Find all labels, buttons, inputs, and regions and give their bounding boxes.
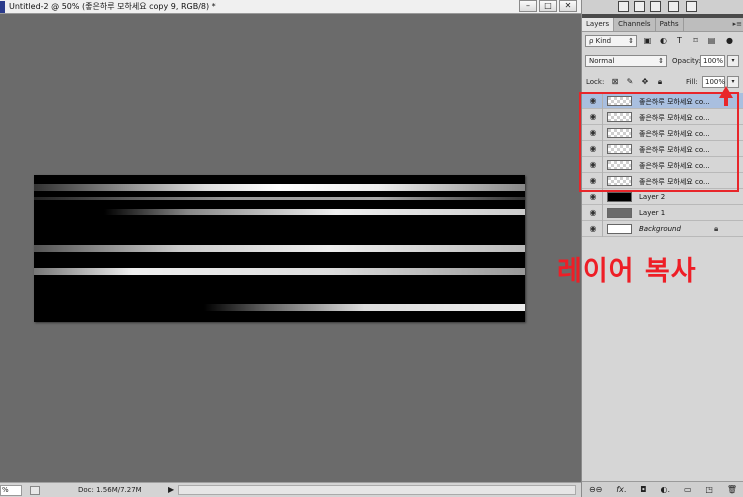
opacity-label: Opacity: xyxy=(672,57,701,65)
delete-layer-icon[interactable]: 🗑︎ xyxy=(727,485,737,494)
maximize-button[interactable]: □ xyxy=(539,0,557,12)
close-button[interactable]: ✕ xyxy=(559,0,577,12)
visibility-eye-icon[interactable]: ◉ xyxy=(588,224,598,233)
horizontal-scrollbar[interactable] xyxy=(178,485,576,495)
layer-thumbnail xyxy=(607,192,632,202)
visibility-eye-icon[interactable]: ◉ xyxy=(588,192,598,201)
red-arrow-icon xyxy=(719,86,733,106)
panel-bottom-toolbar: ⊖⊖ fx. ◘ ◐. ▭ ◳ 🗑︎ xyxy=(582,481,743,497)
filter-kind-select[interactable]: ρ Kind ⇕ xyxy=(585,35,637,47)
tool-preset-icon-2[interactable] xyxy=(634,1,645,12)
document-title: Untitled-2 @ 50% (좋은하루 모하세요 copy 9, RGB/… xyxy=(9,2,216,11)
shape-filter-icon[interactable]: ⌑ xyxy=(690,35,701,46)
lock-transparency-icon[interactable]: ⊠ xyxy=(610,77,620,87)
layer-lock-icon: 🔒︎ xyxy=(714,224,719,233)
tool-preset-icon-3[interactable] xyxy=(650,1,661,12)
window-controls: – □ ✕ xyxy=(519,0,577,12)
light-streak-3 xyxy=(104,209,525,215)
new-group-icon[interactable]: ▭ xyxy=(684,485,692,494)
tab-paths[interactable]: Paths xyxy=(656,18,684,31)
tool-preset-icon-5[interactable] xyxy=(686,1,697,12)
status-bar: % Doc: 1.56M/7.27M ▶ xyxy=(0,482,581,497)
minimize-button[interactable]: – xyxy=(519,0,537,12)
filter-toggle-icon[interactable]: ● xyxy=(724,35,735,46)
select-arrow-icon: ⇕ xyxy=(628,37,634,45)
document-icon xyxy=(0,0,5,13)
document-size-info: Doc: 1.56M/7.27M xyxy=(78,486,142,494)
annotation-text: 레이어 복사 xyxy=(557,256,697,287)
tab-layers[interactable]: Layers xyxy=(582,18,615,31)
panel-tabs: Layers Channels Paths ▸≡ xyxy=(582,18,743,32)
status-export-icon[interactable] xyxy=(30,486,40,495)
layer-row[interactable]: ◉ Layer 1 xyxy=(582,205,743,221)
blend-row: Normal ⇕ Opacity: 100% ▾ xyxy=(582,53,743,71)
light-streak-5 xyxy=(34,268,525,275)
lock-brush-icon[interactable]: ✎ xyxy=(625,77,635,87)
lock-position-icon[interactable]: ✥ xyxy=(640,77,650,87)
layer-style-icon[interactable]: fx. xyxy=(616,485,626,494)
layer-name: Layer 1 xyxy=(639,209,666,217)
fill-label: Fill: xyxy=(686,78,698,86)
opacity-dropdown-icon[interactable]: ▾ xyxy=(727,55,739,67)
layer-row[interactable]: ◉ Background 🔒︎ xyxy=(582,221,743,237)
filter-kind-label: ρ Kind xyxy=(589,37,612,45)
visibility-eye-icon[interactable]: ◉ xyxy=(588,208,598,217)
light-streak-4 xyxy=(34,245,525,252)
opacity-input[interactable]: 100% xyxy=(700,55,725,67)
layer-filter-row: ρ Kind ⇕ ▣ ◐ T ⌑ ▤ ● xyxy=(582,33,743,51)
status-menu-arrow-icon[interactable]: ▶ xyxy=(168,485,174,494)
add-mask-icon[interactable]: ◘ xyxy=(640,485,646,494)
panel-top-toolbar xyxy=(582,0,743,14)
document-canvas[interactable] xyxy=(34,175,525,322)
select-arrow-icon: ⇕ xyxy=(658,57,664,65)
new-layer-icon[interactable]: ◳ xyxy=(705,485,713,494)
tab-channels[interactable]: Channels xyxy=(614,18,656,31)
smart-object-filter-icon[interactable]: ▤ xyxy=(706,35,717,46)
blend-mode-label: Normal xyxy=(589,57,615,65)
panel-menu-icon[interactable]: ▸≡ xyxy=(733,20,742,28)
layer-thumbnail xyxy=(607,208,632,218)
link-layers-icon[interactable]: ⊖⊖ xyxy=(589,485,602,494)
light-streak-1 xyxy=(34,184,525,191)
adjustment-filter-icon[interactable]: ◐ xyxy=(658,35,669,46)
pixel-filter-icon[interactable]: ▣ xyxy=(642,35,653,46)
lock-label: Lock: xyxy=(586,78,605,86)
adjustment-layer-icon[interactable]: ◐. xyxy=(661,485,671,494)
light-streak-6 xyxy=(204,304,525,311)
zoom-field[interactable]: % xyxy=(0,485,22,496)
tool-preset-icon-1[interactable] xyxy=(618,1,629,12)
layer-name: Background xyxy=(639,225,681,233)
lock-all-icon[interactable]: 🔒︎ xyxy=(655,77,665,87)
light-streak-2 xyxy=(34,197,525,200)
blend-mode-select[interactable]: Normal ⇕ xyxy=(585,55,667,67)
type-filter-icon[interactable]: T xyxy=(674,35,685,46)
document-titlebar: Untitled-2 @ 50% (좋은하루 모하세요 copy 9, RGB/… xyxy=(0,0,581,14)
highlight-box xyxy=(579,92,739,192)
canvas-workspace[interactable] xyxy=(0,15,581,481)
layer-name: Layer 2 xyxy=(639,193,666,201)
layer-thumbnail xyxy=(607,224,632,234)
tool-preset-icon-4[interactable] xyxy=(668,1,679,12)
